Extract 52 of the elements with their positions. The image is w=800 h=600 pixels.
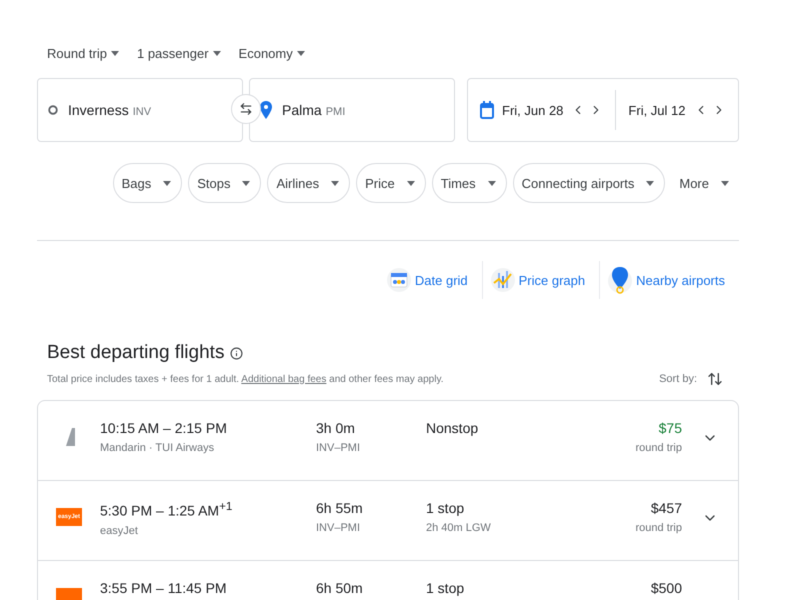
fee-note: Total price includes taxes + fees for 1 adult. Additional bag fees and other fees may apply. <box>47 374 444 384</box>
calendar-icon <box>386 268 411 292</box>
flight-row[interactable]: 3:55 PM – 11:45 PM 6h 50m 1 stop $500 <box>38 561 738 600</box>
origin-field[interactable]: Inverness INV <box>37 78 243 142</box>
filter-chip[interactable]: Stops <box>188 163 262 203</box>
swap-button[interactable] <box>231 94 261 124</box>
filter-chip[interactable]: Airlines <box>267 163 350 203</box>
destination-field[interactable]: Palma PMI <box>249 78 455 142</box>
route-codes: INV–PMI <box>316 522 362 534</box>
filter-chip[interactable]: Connecting airports <box>512 163 666 203</box>
dropdown-button[interactable]: Economy <box>238 44 305 62</box>
flight-times: 5:30 PM – 1:25 AM$^{+1}$ <box>100 500 234 519</box>
bag-fees-link[interactable]: Additional bag fees <box>241 374 326 384</box>
sort-label: Sort by: <box>659 373 697 385</box>
section-title: Best departing flights <box>47 342 224 364</box>
flight-duration: 3h 0m <box>316 420 356 436</box>
view-option-button[interactable]: Price graph <box>482 261 600 299</box>
date-field[interactable]: Fri, Jun 28 <box>502 102 564 118</box>
airline-name: Mandarin · TUI Airways <box>100 442 216 454</box>
date-field[interactable]: Fri, Jul 12 <box>628 102 686 118</box>
price-note: round trip <box>636 522 682 534</box>
airline-name: easyJet <box>100 524 139 537</box>
bar-chart-icon <box>490 268 515 292</box>
calendar-icon <box>480 101 494 119</box>
flight-price: $457 <box>650 500 682 516</box>
sort-icon <box>707 371 723 387</box>
price-note: round trip <box>636 442 682 454</box>
flight-duration: 6h 50m <box>316 580 364 596</box>
filter-chip[interactable]: Times <box>432 163 507 203</box>
sort-button[interactable] <box>707 371 723 387</box>
circle-icon <box>48 105 58 115</box>
layover-detail: 2h 40m LGW <box>426 522 492 534</box>
flight-price: $75 <box>658 420 682 436</box>
route-codes: INV–PMI <box>316 442 362 454</box>
swap-arrows-icon <box>239 102 253 116</box>
flight-price: $500 <box>650 580 682 596</box>
flight-duration: 6h 55m <box>316 500 364 516</box>
map-pin-icon <box>260 101 272 119</box>
stops-count: Nonstop <box>426 420 480 436</box>
filter-chip[interactable]: Price <box>356 163 426 203</box>
info-icon[interactable] <box>230 346 244 360</box>
flight-times: 10:15 AM – 2:15 PM <box>100 420 228 436</box>
stops-count: 1 stop <box>426 500 466 516</box>
stops-count: 1 stop <box>426 580 466 596</box>
flight-times: 3:55 PM – 11:45 PM <box>100 580 228 596</box>
dropdown-button[interactable]: Round trip <box>47 44 119 62</box>
flight-row[interactable]: 10:15 AM – 2:15 PM Mandarin · TUI Airways 3h 0m INV–PMI Nonstop $75 round trip <box>38 401 738 481</box>
dropdown-button[interactable]: 1 passenger <box>136 44 221 62</box>
view-option-button[interactable]: Date grid <box>378 261 482 299</box>
map-pin-icon <box>608 265 632 295</box>
filter-chip[interactable]: Bags <box>112 163 182 203</box>
view-option-button[interactable]: Nearby airports <box>600 261 739 299</box>
